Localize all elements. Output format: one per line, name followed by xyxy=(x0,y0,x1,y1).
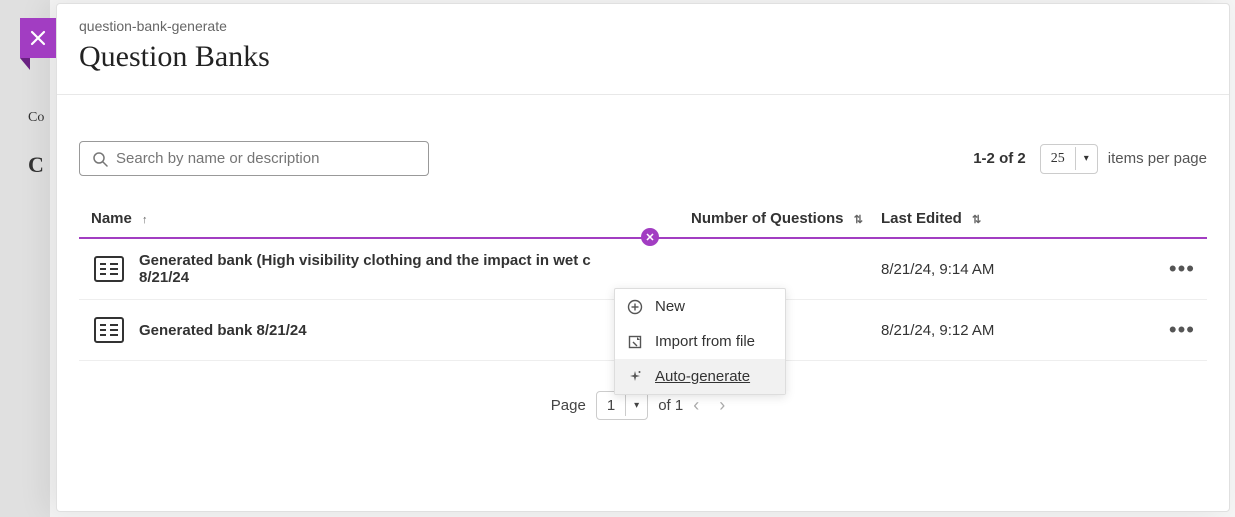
row-subtitle: 8/21/24 xyxy=(139,269,591,286)
panel-header: question-bank-generate Question Banks xyxy=(57,4,1229,95)
search-icon xyxy=(92,151,108,167)
page-label: Page xyxy=(551,397,586,414)
column-edited-label: Last Edited xyxy=(881,210,962,227)
bg-tab-label: Co xyxy=(28,110,44,126)
sparkle-icon xyxy=(627,369,643,385)
column-header-name[interactable]: Name ↑ xyxy=(91,210,691,227)
search-input[interactable] xyxy=(116,150,416,167)
page-size-select[interactable]: 25 ▾ xyxy=(1040,144,1098,174)
row-last-edited: 8/21/24, 9:14 AM xyxy=(881,261,1081,278)
chevron-down-icon[interactable]: ▾ xyxy=(625,395,647,416)
per-page-label: items per page xyxy=(1108,150,1207,167)
menu-item-import[interactable]: Import from file xyxy=(615,324,785,359)
chevron-down-icon[interactable]: ▾ xyxy=(1075,147,1097,170)
close-icon xyxy=(30,30,46,46)
question-bank-icon xyxy=(91,312,127,348)
toolbar: 1-2 of 2 25 ▾ items per page xyxy=(57,95,1229,196)
row-actions-button[interactable]: ••• xyxy=(1169,317,1195,342)
background-overlay xyxy=(0,0,50,517)
row-title: Generated bank 8/21/24 xyxy=(139,322,307,339)
column-name-label: Name xyxy=(91,210,132,227)
prev-page-button[interactable]: ‹ xyxy=(693,395,699,416)
row-last-edited: 8/21/24, 9:12 AM xyxy=(881,322,1081,339)
column-num-label: Number of Questions xyxy=(691,210,844,227)
search-field[interactable] xyxy=(79,141,429,176)
plus-circle-icon xyxy=(627,299,643,315)
results-summary: 1-2 of 2 xyxy=(973,150,1026,167)
sort-icon: ⇅ xyxy=(854,214,863,226)
sort-icon: ⇅ xyxy=(972,214,981,226)
menu-item-new[interactable]: New xyxy=(615,289,785,324)
close-panel-button[interactable] xyxy=(20,18,56,58)
menu-item-auto-generate[interactable]: Auto-generate xyxy=(615,359,785,394)
question-bank-icon xyxy=(91,251,127,287)
bg-heading-letter: C xyxy=(28,152,44,178)
page-size-value: 25 xyxy=(1041,145,1075,173)
column-header-num-questions[interactable]: Number of Questions ⇅ xyxy=(691,210,881,227)
row-actions-button[interactable]: ••• xyxy=(1169,256,1195,281)
next-page-button[interactable]: › xyxy=(719,395,725,416)
column-header-last-edited[interactable]: Last Edited ⇅ xyxy=(881,210,1081,227)
menu-import-label: Import from file xyxy=(655,333,755,350)
sort-asc-icon: ↑ xyxy=(142,214,148,226)
import-icon xyxy=(627,334,643,350)
row-title: Generated bank (High visibility clothing… xyxy=(139,252,591,269)
page-of-label: of 1 xyxy=(658,397,683,414)
table-header: Name ↑ Number of Questions ⇅ Last Edited… xyxy=(79,196,1207,239)
menu-auto-label: Auto-generate xyxy=(655,368,750,385)
page-title: Question Banks xyxy=(79,40,1207,74)
page-select[interactable]: 1 ▾ xyxy=(596,391,648,420)
create-menu-close-button[interactable]: ✕ xyxy=(641,228,659,246)
menu-new-label: New xyxy=(655,298,685,315)
breadcrumb: question-bank-generate xyxy=(79,18,1207,34)
create-menu: New Import from file Auto-generate xyxy=(614,288,786,395)
close-icon: ✕ xyxy=(645,231,654,244)
question-banks-panel: question-bank-generate Question Banks 1-… xyxy=(56,3,1230,512)
page-number: 1 xyxy=(597,392,625,419)
